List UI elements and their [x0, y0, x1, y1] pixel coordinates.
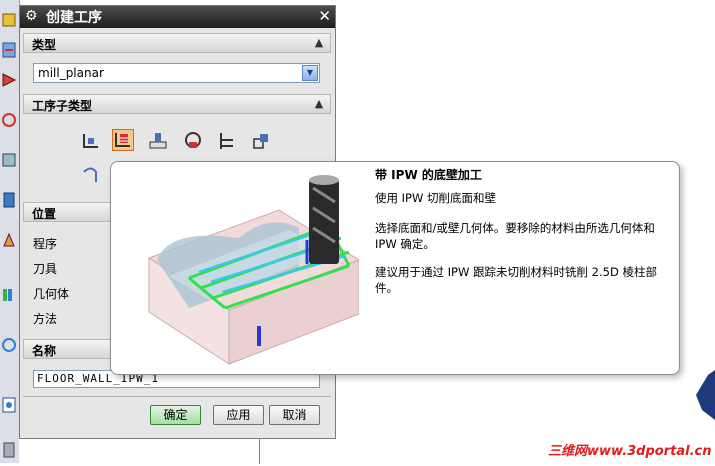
field-label-tool: 刀具	[33, 262, 58, 276]
ok-button[interactable]: 确定	[150, 405, 201, 425]
section-label-type: 类型	[32, 38, 57, 52]
section-header-subtype[interactable]: 工序子类型 ▲	[23, 94, 331, 114]
bottom-pane	[19, 438, 336, 464]
section-label-subtype: 工序子类型	[32, 99, 93, 113]
type-dropdown-value: mill_planar	[38, 66, 104, 80]
dialog-title: 创建工序	[46, 10, 102, 26]
section-label-location: 位置	[32, 207, 57, 221]
type-dropdown[interactable]: mill_planar ▼	[33, 63, 320, 83]
section-header-location[interactable]: 位置	[23, 202, 113, 222]
toolbar-icon-2[interactable]	[1, 40, 17, 60]
subtype-planar-profile-icon[interactable]	[250, 130, 272, 152]
field-label-geometry: 几何体	[33, 287, 70, 301]
toolbar-icon-1[interactable]	[1, 10, 17, 30]
section-label-name: 名称	[32, 344, 57, 358]
gear-icon[interactable]: ⚙	[25, 8, 38, 24]
subtype-clean-up-corners-icon[interactable]	[80, 164, 102, 186]
tooltip-description: 选择底面和/或壁几何体。要移除的材料由所选几何体和 IPW 确定。	[375, 221, 655, 251]
chevron-up-icon[interactable]: ▲	[311, 34, 327, 52]
divider	[259, 439, 260, 464]
toolbar-icon-11[interactable]	[1, 440, 17, 460]
dialog-titlebar[interactable]: ⚙ 创建工序 ✕	[20, 6, 335, 28]
toolbar-icon-8[interactable]	[1, 285, 17, 305]
toolbar-icon-5[interactable]	[1, 150, 17, 170]
toolbar-icon-3[interactable]	[1, 70, 17, 90]
cancel-button[interactable]: 取消	[269, 405, 320, 425]
floor-wall-ipw-illustration	[147, 175, 359, 365]
part-shape-icon	[696, 370, 715, 420]
toolbar-icon-7[interactable]	[1, 230, 17, 250]
subtype-face-milling-area-icon[interactable]	[182, 130, 204, 152]
watermark-text: 三维网www.3dportal.cn	[548, 444, 712, 459]
toolbar-icon-6[interactable]	[1, 190, 17, 210]
subtype-face-milling-icon[interactable]	[147, 130, 169, 152]
toolbar-icon-9[interactable]	[1, 335, 17, 355]
section-header-type[interactable]: 类型 ▲	[23, 33, 331, 53]
app-left-toolbar	[0, 0, 20, 463]
toolbar-icon-10[interactable]	[1, 395, 17, 415]
toolbar-icon-4[interactable]	[1, 110, 17, 130]
subtype-floor-wall-icon[interactable]	[80, 130, 102, 152]
graphics-window-edge	[682, 0, 715, 463]
subtype-tooltip: 带 IPW 的底壁加工 使用 IPW 切削底面和壁 选择底面和/或壁几何体。要移…	[110, 161, 680, 375]
subtype-planar-mill-icon[interactable]	[216, 130, 238, 152]
tooltip-title: 带 IPW 的底壁加工	[375, 168, 482, 182]
section-header-name[interactable]: 名称	[23, 339, 113, 359]
chevron-up-icon[interactable]: ▲	[311, 95, 327, 113]
chevron-down-icon[interactable]: ▼	[302, 65, 318, 81]
close-icon[interactable]: ✕	[318, 7, 331, 25]
tooltip-recommendation: 建议用于通过 IPW 跟踪未切削材料时铣削 2.5D 棱柱部件。	[375, 265, 657, 295]
tooltip-summary: 使用 IPW 切削底面和壁	[375, 191, 497, 205]
subtype-floor-wall-ipw-icon[interactable]	[112, 129, 134, 151]
field-label-method: 方法	[33, 312, 58, 326]
divider	[23, 396, 331, 397]
field-label-program: 程序	[33, 237, 58, 251]
apply-button[interactable]: 应用	[213, 405, 264, 425]
